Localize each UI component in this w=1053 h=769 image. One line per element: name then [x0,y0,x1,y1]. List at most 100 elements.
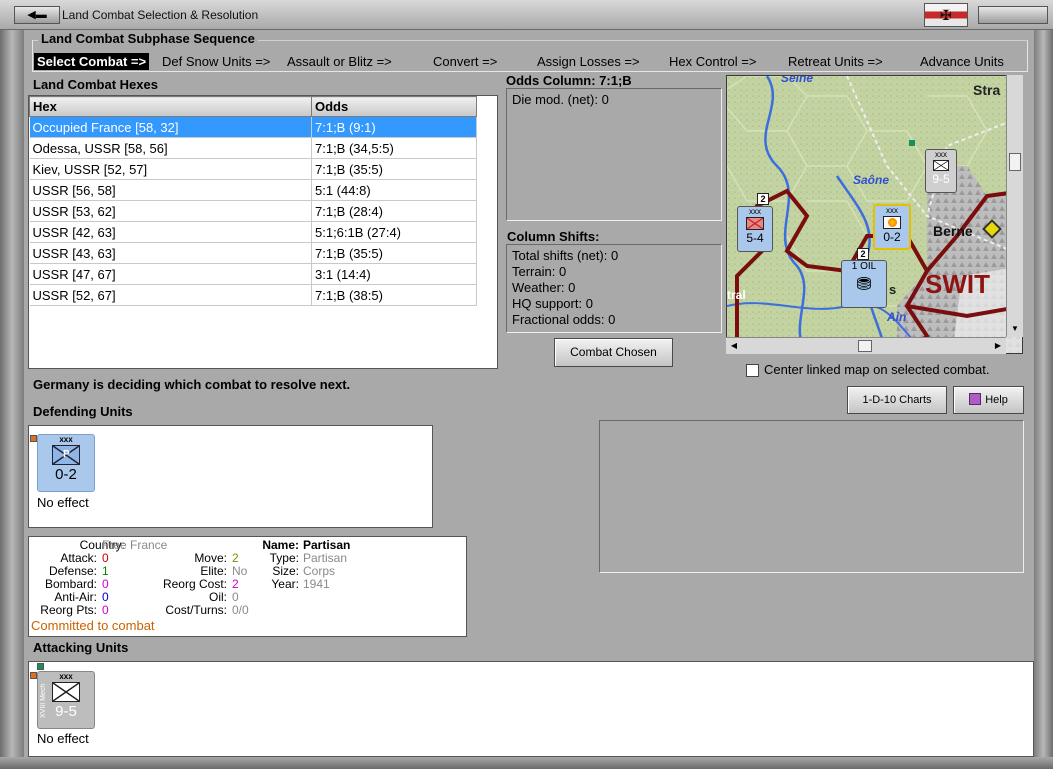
step-def-snow-units: Def Snow Units => [162,54,271,69]
hq-support-text: HQ support: 0 [512,296,593,311]
hex-cell: Kiev, USSR [52, 57] [29,158,312,180]
map-vertical-scrollbar[interactable]: ▼ [1006,75,1023,337]
map-horizontal-scrollbar[interactable]: ◀ ▶ [726,337,1006,354]
scroll-down-icon[interactable]: ▼ [1009,323,1021,335]
unit-size: xxx [935,150,947,159]
oil-barrels-icon: ⛃ [856,274,872,294]
map-label-switzerland: SWIT [925,269,990,299]
table-row[interactable]: USSR [56, 58] 5:1 (44:8) [29,179,477,201]
table-header: Hex Odds [29,96,477,117]
unit-marker-icon [909,140,915,146]
table-row[interactable]: USSR [43, 63] 7:1;B (35:5) [29,242,477,264]
label-reorg-pts: Reorg Pts: [40,603,97,617]
step-advance-units: Advance Units [920,54,1004,69]
linked-map[interactable]: Seine Stra Saône Berne SWIT tral Ain s x… [726,75,1023,354]
hex-cell: USSR [56, 58] [29,179,312,201]
infantry-symbol-icon [746,217,764,230]
unit-strength: 9-5 [932,172,950,186]
map-unit-selected[interactable]: xxx 0-2 [873,204,911,250]
attacking-unit-counter[interactable]: XVIII Mech xxx 9-5 [37,671,95,729]
odds-cell: 5:1 (44:8) [311,179,477,201]
table-row[interactable]: USSR [42, 63] 5:1;6:1B (27:4) [29,221,477,243]
odds-cell: 7:1;B (35:5) [311,242,477,264]
unit-marker-icon [30,672,37,679]
odds-cell: 7:1;B (35:5) [311,158,477,180]
hex-cell: USSR [42, 63] [29,221,312,243]
step-assign-losses: Assign Losses => [537,54,640,69]
terrain-shift-text: Terrain: 0 [512,264,567,279]
map-label-berne: Berne [933,223,973,239]
unit-marker-icon [37,663,44,670]
step-hex-control: Hex Control => [669,54,757,69]
column-header-hex[interactable]: Hex [29,96,312,117]
unit-size: xxx [59,435,73,444]
table-row[interactable]: Odessa, USSR [58, 56] 7:1;B (34,5:5) [29,137,477,159]
hex-cell: USSR [52, 67] [29,284,312,306]
map-label-s: s [889,282,897,297]
stack-count-badge: 2 [757,193,769,205]
charts-button[interactable]: 1-D-10 Charts [847,386,947,414]
fractional-odds-text: Fractional odds: 0 [512,312,616,327]
help-book-icon [969,393,982,405]
value-reorg-pts: 0 [102,603,109,617]
unit-size: 1 OIL [851,261,877,272]
map-label-central: tral [727,288,746,302]
scroll-left-icon[interactable]: ◀ [728,340,740,352]
combat-explosion-icon [883,216,901,229]
table-row[interactable]: Occupied France [58, 32] 7:1;B (9:1) [29,116,477,138]
hex-table: Hex Odds Occupied France [58, 32] 7:1;B (… [29,96,477,306]
table-row[interactable]: USSR [47, 67] 3:1 (14:4) [29,263,477,285]
odds-column-panel: Die mod. (net): 0 [506,88,722,221]
hex-cell: USSR [53, 62] [29,200,312,222]
unit-marker-icon [30,435,37,442]
attacking-title: Attacking Units [33,640,129,655]
odds-cell: 7:1;B (28:4) [311,200,477,222]
map-label-ain: Ain [887,310,907,324]
table-row[interactable]: USSR [52, 67] 7:1;B (38:5) [29,284,477,306]
unit-size: xxx [749,207,761,216]
map-unit-defender-inf[interactable]: xxx 5-4 [737,206,773,252]
die-mod-text: Die mod. (net): 0 [512,92,609,107]
attacking-units-box: XVIII Mech xxx 9-5 No effect [28,661,1034,757]
unit-strength: 0-2 [55,466,77,483]
step-convert: Convert => [433,54,498,69]
hex-list[interactable]: Hex Odds Occupied France [58, 32] 7:1;B (… [28,95,498,369]
window-menu-button[interactable]: ◀▬ [14,6,60,24]
hex-cell: Occupied France [58, 32] [29,116,312,138]
window-frame-right [1034,30,1053,769]
hex-cell: USSR [43, 63] [29,242,312,264]
window-frame-bottom [0,757,1053,769]
map-unit-attacker[interactable]: xxx 9-5 [925,149,957,193]
label-year: Year: [271,577,299,591]
total-shifts-text: Total shifts (net): 0 [512,248,619,263]
map-unit-oil[interactable]: 1 OIL ⛃ [841,260,887,308]
committed-status: Committed to combat [31,618,155,633]
window-control-button[interactable] [978,6,1048,24]
scroll-right-icon[interactable]: ▶ [992,340,1004,352]
unit-size: xxx [886,206,898,215]
attacking-result: No effect [37,731,89,746]
odds-cell: 7:1;B (9:1) [311,116,477,138]
column-shifts-panel: Total shifts (net): 0 Terrain: 0 Weather… [506,244,722,333]
column-shifts-title: Column Shifts: [507,229,600,244]
unit-type-letter: P [63,449,70,460]
german-flag-button[interactable]: ✠ [924,3,968,27]
value-country: Free France [102,538,168,552]
stack-count-badge: 2 [857,248,869,260]
table-row[interactable]: USSR [53, 62] 7:1;B (28:4) [29,200,477,222]
scroll-thumb[interactable] [1009,153,1021,171]
help-button[interactable]: Help [953,386,1024,414]
scroll-thumb[interactable] [858,340,872,352]
center-map-label: Center linked map on selected combat. [764,362,990,377]
odds-cell: 5:1;6:1B (27:4) [311,221,477,243]
table-row[interactable]: Kiev, USSR [52, 57] 7:1;B (35:5) [29,158,477,180]
defending-unit-counter[interactable]: xxx P 0-2 [37,434,95,492]
hex-cell: Odessa, USSR [58, 56] [29,137,312,159]
center-map-checkbox[interactable] [746,364,759,377]
defending-result: No effect [37,495,89,510]
step-select-combat: Select Combat => [34,53,150,70]
map-label-seine: Seine [781,75,814,85]
column-header-odds[interactable]: Odds [311,96,477,117]
combat-chosen-button[interactable]: Combat Chosen [554,338,673,367]
step-assault-or-blitz: Assault or Blitz => [287,54,392,69]
